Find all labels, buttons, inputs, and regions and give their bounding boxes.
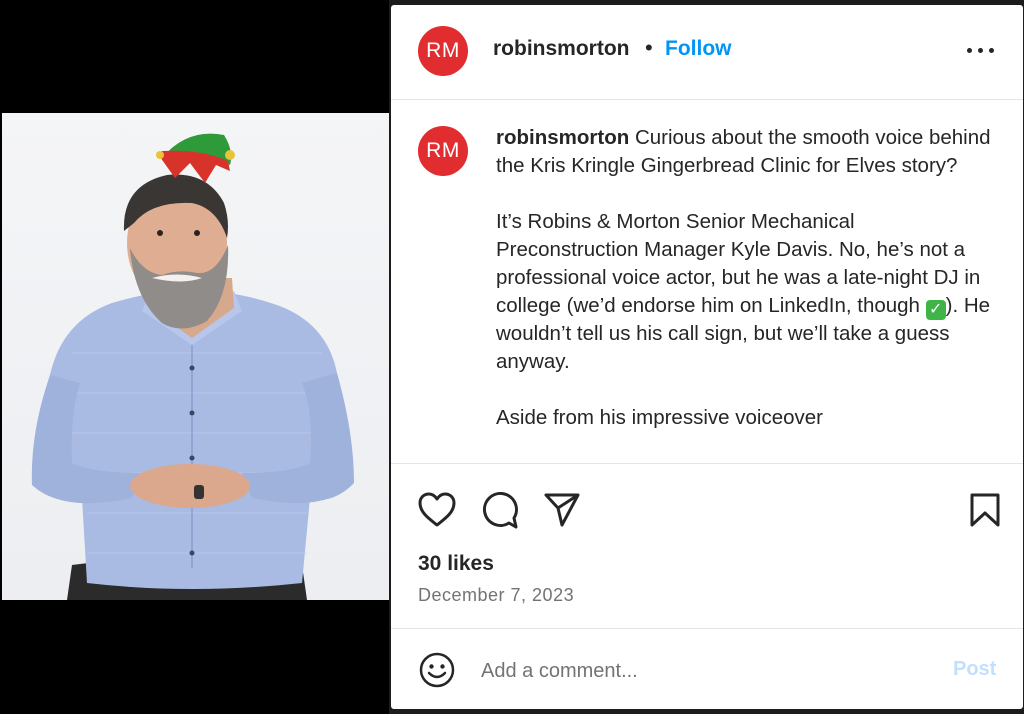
caption-area: RM robinsmorton Curious about the smooth… [391, 100, 1023, 462]
post-header: RM robinsmorton • Follow [391, 5, 1023, 100]
caption-username[interactable]: robinsmorton [496, 126, 629, 149]
follow-button[interactable]: Follow [665, 37, 732, 61]
post-date: December 7, 2023 [418, 585, 575, 605]
post-photo [2, 113, 389, 600]
caption-paragraph-2-start: It’s Robins & Morton Senior Mechanical P… [496, 210, 981, 317]
comment-icon[interactable] [481, 492, 519, 530]
comment-bar: Post [391, 628, 1023, 709]
share-icon[interactable] [543, 492, 581, 528]
actions-section: 30 likes December 7, 2023 [391, 463, 1023, 634]
username[interactable]: robinsmorton [493, 37, 630, 61]
comment-input[interactable] [479, 655, 923, 687]
caption-paragraph-3: Aside from his impressive voiceover [496, 406, 823, 429]
person-photo [31, 133, 354, 600]
post-panel: RM robinsmorton • Follow RM robinsmorton… [391, 5, 1023, 709]
likes-count[interactable]: 30 likes [418, 552, 494, 576]
heart-icon[interactable] [418, 492, 456, 528]
emoji-icon[interactable] [418, 651, 456, 689]
post-comment-button[interactable]: Post [953, 658, 996, 681]
caption-avatar[interactable]: RM [418, 126, 468, 176]
more-options-icon[interactable] [967, 43, 995, 57]
bookmark-icon[interactable] [969, 492, 1001, 528]
check-mark-emoji-icon: ✓ [925, 300, 946, 320]
separator-dot: • [645, 35, 653, 60]
avatar[interactable]: RM [418, 26, 468, 76]
post-media [0, 0, 389, 714]
caption-text: robinsmorton Curious about the smooth vo… [496, 124, 996, 460]
